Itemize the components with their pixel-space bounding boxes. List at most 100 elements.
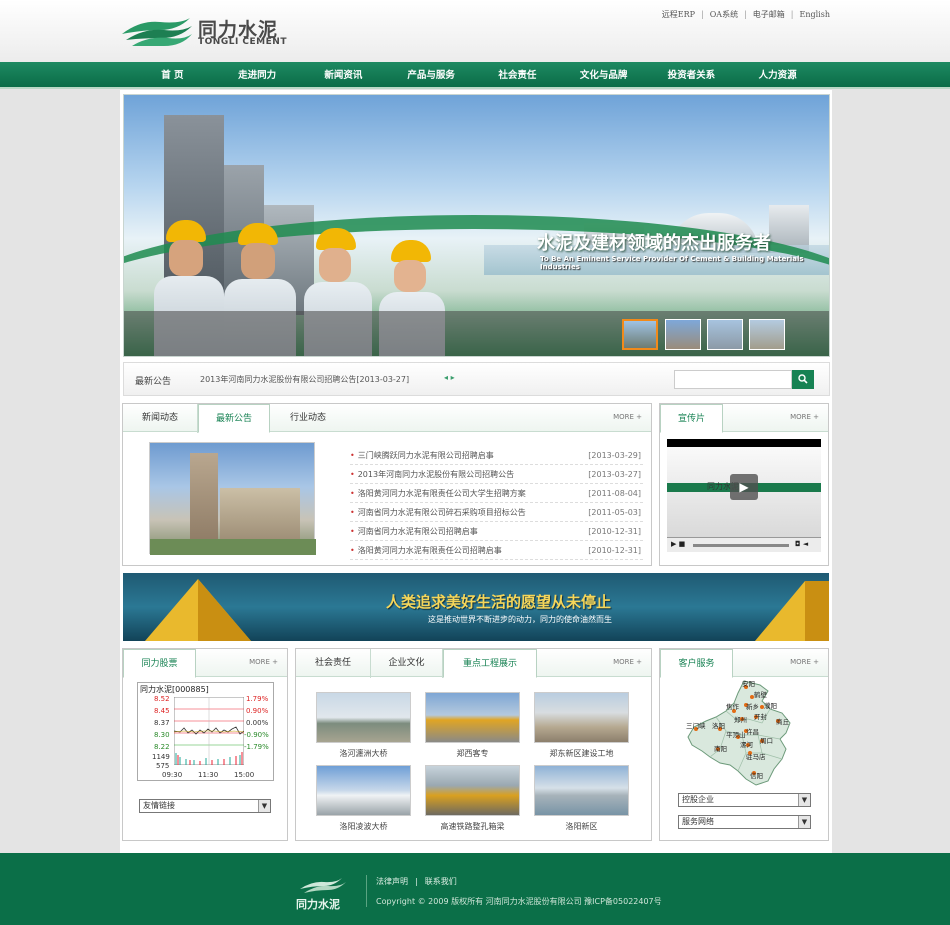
prev-icon[interactable]: ◂: [444, 373, 448, 382]
project-image[interactable]: [316, 692, 411, 743]
tab-announcements[interactable]: 最新公告: [198, 404, 270, 433]
henan-map-image[interactable]: 安阳 鹤壁 新乡 濮阳 焦作 三门峡 郑州 开封 洛阳 许昌 平顶山 周口 南阳…: [686, 679, 796, 789]
banner-thumb-2[interactable]: [665, 319, 701, 350]
play-icon[interactable]: ▶: [730, 474, 758, 500]
gold-pyramid-image: [145, 579, 251, 641]
project-caption[interactable]: 郑西客专: [425, 748, 520, 759]
next-icon[interactable]: ▸: [451, 373, 455, 382]
slogan-subtitle: 这是推动世界不断进步的动力，同力的使命油然而生: [428, 615, 612, 624]
top-link-oa[interactable]: OA系统: [710, 10, 738, 19]
video-progress-bar[interactable]: [693, 544, 789, 547]
nav-item-investors[interactable]: 投资者关系: [648, 62, 736, 89]
stock-more-link[interactable]: MORE +: [249, 658, 278, 666]
play-control-icon[interactable]: ▶ ■: [671, 540, 685, 548]
tab-customer-service[interactable]: 客户服务: [660, 649, 733, 678]
map-city-label[interactable]: 周口: [760, 737, 773, 745]
top-link-email[interactable]: 电子邮箱: [753, 10, 785, 19]
service-more-link[interactable]: MORE +: [790, 658, 819, 666]
stock-panel: 同力股票 MORE + 同力水泥[000885] 8.52 8.45 8.37: [122, 648, 288, 841]
nav-item-products[interactable]: 产品与服务: [387, 62, 475, 89]
notice-text[interactable]: 2013年河南同力水泥股份有限公司招聘公告[2013-03-27]: [200, 374, 409, 385]
tab-video[interactable]: 宣传片: [660, 404, 723, 433]
banner-thumb-1[interactable]: [622, 319, 658, 350]
search-button[interactable]: [792, 370, 814, 389]
footer-link-contact[interactable]: 联系我们: [425, 877, 457, 886]
tab-news[interactable]: 新闻动态: [123, 404, 198, 433]
nav-item-hr[interactable]: 人力资源: [735, 62, 820, 89]
map-city-label[interactable]: 新乡: [746, 702, 759, 711]
video-more-link[interactable]: MORE +: [790, 413, 819, 421]
news-item[interactable]: • 洛阳黄河同力水泥有限责任公司招聘启事 [2010-12-31]: [350, 541, 643, 560]
chevron-down-icon: ▼: [798, 794, 810, 806]
news-item[interactable]: • 河南省同力水泥有限公司碎石采购项目招标公告 [2011-05-03]: [350, 503, 643, 522]
project-caption[interactable]: 洛阳凌波大桥: [316, 821, 411, 832]
news-item[interactable]: • 三门峡腾跃同力水泥有限公司招聘启事 [2013-03-29]: [350, 446, 643, 465]
map-city-label[interactable]: 焦作: [726, 702, 740, 711]
holding-company-select[interactable]: 控股企业 ▼: [678, 793, 811, 807]
news-item[interactable]: • 洛阳黄河同力水泥有限责任公司大学生招聘方案 [2011-08-04]: [350, 484, 643, 503]
news-item[interactable]: • 河南省同力水泥有限公司招聘启事 [2010-12-31]: [350, 522, 643, 541]
nav-item-culture[interactable]: 文化与品牌: [560, 62, 648, 89]
project-item[interactable]: 郑东新区建设工地: [534, 692, 629, 759]
project-caption[interactable]: 郑东新区建设工地: [534, 748, 629, 759]
project-item[interactable]: 洛河瀍洲大桥: [316, 692, 411, 759]
banner-thumb-4[interactable]: [749, 319, 785, 350]
project-item[interactable]: 郑西客专: [425, 692, 520, 759]
top-link-english[interactable]: English: [800, 10, 831, 19]
project-image[interactable]: [534, 765, 629, 816]
main-nav: 首 页 走进同力 新闻资讯 产品与服务 社会责任 文化与品牌 投资者关系 人力资…: [0, 62, 950, 89]
project-item[interactable]: 洛阳凌波大桥: [316, 765, 411, 832]
tab-stock[interactable]: 同力股票: [123, 649, 196, 678]
map-city-label[interactable]: 信阳: [750, 771, 763, 780]
map-city-label[interactable]: 平顶山: [726, 730, 746, 739]
news-image[interactable]: [149, 442, 316, 555]
map-city-label[interactable]: 开封: [754, 712, 768, 721]
footer-divider: [366, 875, 367, 907]
stock-chart[interactable]: 同力水泥[000885] 8.52 8.45 8.37 8.30 8.22 11…: [137, 682, 274, 781]
nav-item-news[interactable]: 新闻资讯: [300, 62, 388, 89]
map-city-label[interactable]: 三门峡: [686, 721, 706, 730]
map-city-label[interactable]: 许昌: [746, 727, 759, 736]
top-links: 远程ERP | OA系统 | 电子邮箱 | English: [661, 10, 831, 19]
tab-culture[interactable]: 企业文化: [371, 649, 443, 678]
map-city-label[interactable]: 郑州: [734, 716, 747, 724]
map-city-label[interactable]: 安阳: [742, 679, 755, 688]
project-image[interactable]: [425, 765, 520, 816]
footer: 同力水泥 法律声明 | 联系我们 Copyright © 2009 版权所有 河南同…: [0, 853, 950, 925]
projects-more-link[interactable]: MORE +: [613, 658, 642, 666]
notice-arrows[interactable]: ◂ ▸: [444, 373, 455, 382]
nav-item-home[interactable]: 首 页: [130, 62, 215, 89]
banner-thumb-3[interactable]: [707, 319, 743, 350]
map-city-label[interactable]: 鹤壁: [754, 690, 768, 699]
friend-links-select[interactable]: 友情链接 ▼: [139, 799, 271, 813]
map-city-label[interactable]: 商丘: [776, 717, 790, 726]
project-caption[interactable]: 洛河瀍洲大桥: [316, 748, 411, 759]
map-city-label[interactable]: 濮阳: [764, 701, 777, 710]
video-player[interactable]: 同力水泥 ▶ ▶ ■ ◘ ◄: [667, 439, 821, 552]
nav-item-responsibility[interactable]: 社会责任: [475, 62, 560, 89]
news-more-link[interactable]: MORE +: [613, 413, 642, 421]
top-link-erp[interactable]: 远程ERP: [662, 10, 695, 19]
news-item[interactable]: • 2013年河南同力水泥股份有限公司招聘公告 [2013-03-27]: [350, 465, 643, 484]
project-item[interactable]: 高速铁路整孔箱梁: [425, 765, 520, 832]
map-city-label[interactable]: 南阳: [714, 744, 727, 753]
project-image[interactable]: [316, 765, 411, 816]
projects-panel: 社会责任 企业文化 重点工程展示 MORE + 洛河瀍洲大桥 郑西客专 郑东新区…: [295, 648, 652, 841]
notice-bar: 最新公告 2013年河南同力水泥股份有限公司招聘公告[2013-03-27] ◂…: [123, 362, 830, 396]
footer-link-legal[interactable]: 法律声明: [376, 877, 408, 886]
project-image[interactable]: [425, 692, 520, 743]
project-image[interactable]: [534, 692, 629, 743]
search-input[interactable]: [674, 370, 792, 389]
project-caption[interactable]: 高速铁路整孔箱梁: [425, 821, 520, 832]
tab-industry[interactable]: 行业动态: [273, 404, 343, 433]
project-item[interactable]: 洛阳新区: [534, 765, 629, 832]
map-city-label[interactable]: 驻马店: [746, 752, 766, 761]
service-network-select[interactable]: 服务网络 ▼: [678, 815, 811, 829]
tab-responsibility[interactable]: 社会责任: [296, 649, 371, 678]
map-city-label[interactable]: 洛阳: [712, 721, 725, 730]
nav-item-about[interactable]: 走进同力: [215, 62, 300, 89]
project-caption[interactable]: 洛阳新区: [534, 821, 629, 832]
map-city-label[interactable]: 漯河: [740, 740, 754, 749]
volume-icon[interactable]: ◘ ◄: [795, 540, 808, 548]
tab-key-projects[interactable]: 重点工程展示: [443, 649, 537, 678]
